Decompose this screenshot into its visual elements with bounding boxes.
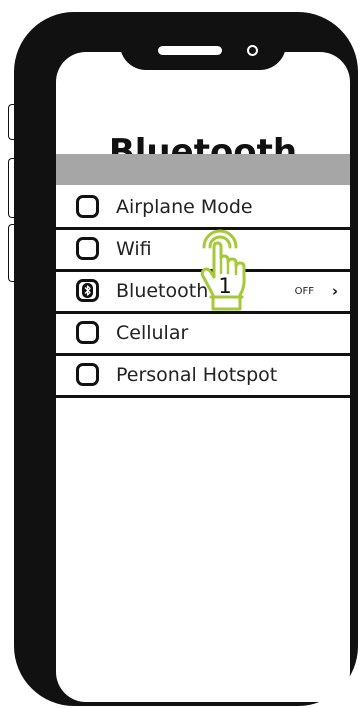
chevron-right-icon: › [331,282,338,300]
settings-row-personal-hotspot[interactable]: Personal Hotspot [56,356,350,398]
settings-row-label: Cellular [116,322,189,344]
header-separator-bar [56,154,350,185]
phone-notch [120,24,286,70]
step-number-label: 1 [218,274,232,298]
bluetooth-glyph [82,283,93,298]
front-camera [247,45,258,56]
settings-row-label: Airplane Mode [116,196,253,218]
bluetooth-icon [76,279,99,302]
empty-square-icon [76,321,99,344]
bluetooth-status-value: OFF [294,286,314,297]
settings-row-label: Bluetooth [116,280,209,302]
empty-square-icon [76,363,99,386]
phone-screen: Bluetooth Airplane Mode Wifi Bluetooth O… [56,52,350,702]
empty-square-icon [76,195,99,218]
speaker-grille [158,46,222,55]
empty-square-icon [76,237,99,260]
phone-frame: Bluetooth Airplane Mode Wifi Bluetooth O… [14,12,358,706]
page: Bluetooth Airplane Mode Wifi Bluetooth O… [0,0,360,708]
settings-row-cellular[interactable]: Cellular [56,314,350,356]
settings-row-label: Wifi [116,238,152,260]
settings-row-label: Personal Hotspot [116,364,278,386]
